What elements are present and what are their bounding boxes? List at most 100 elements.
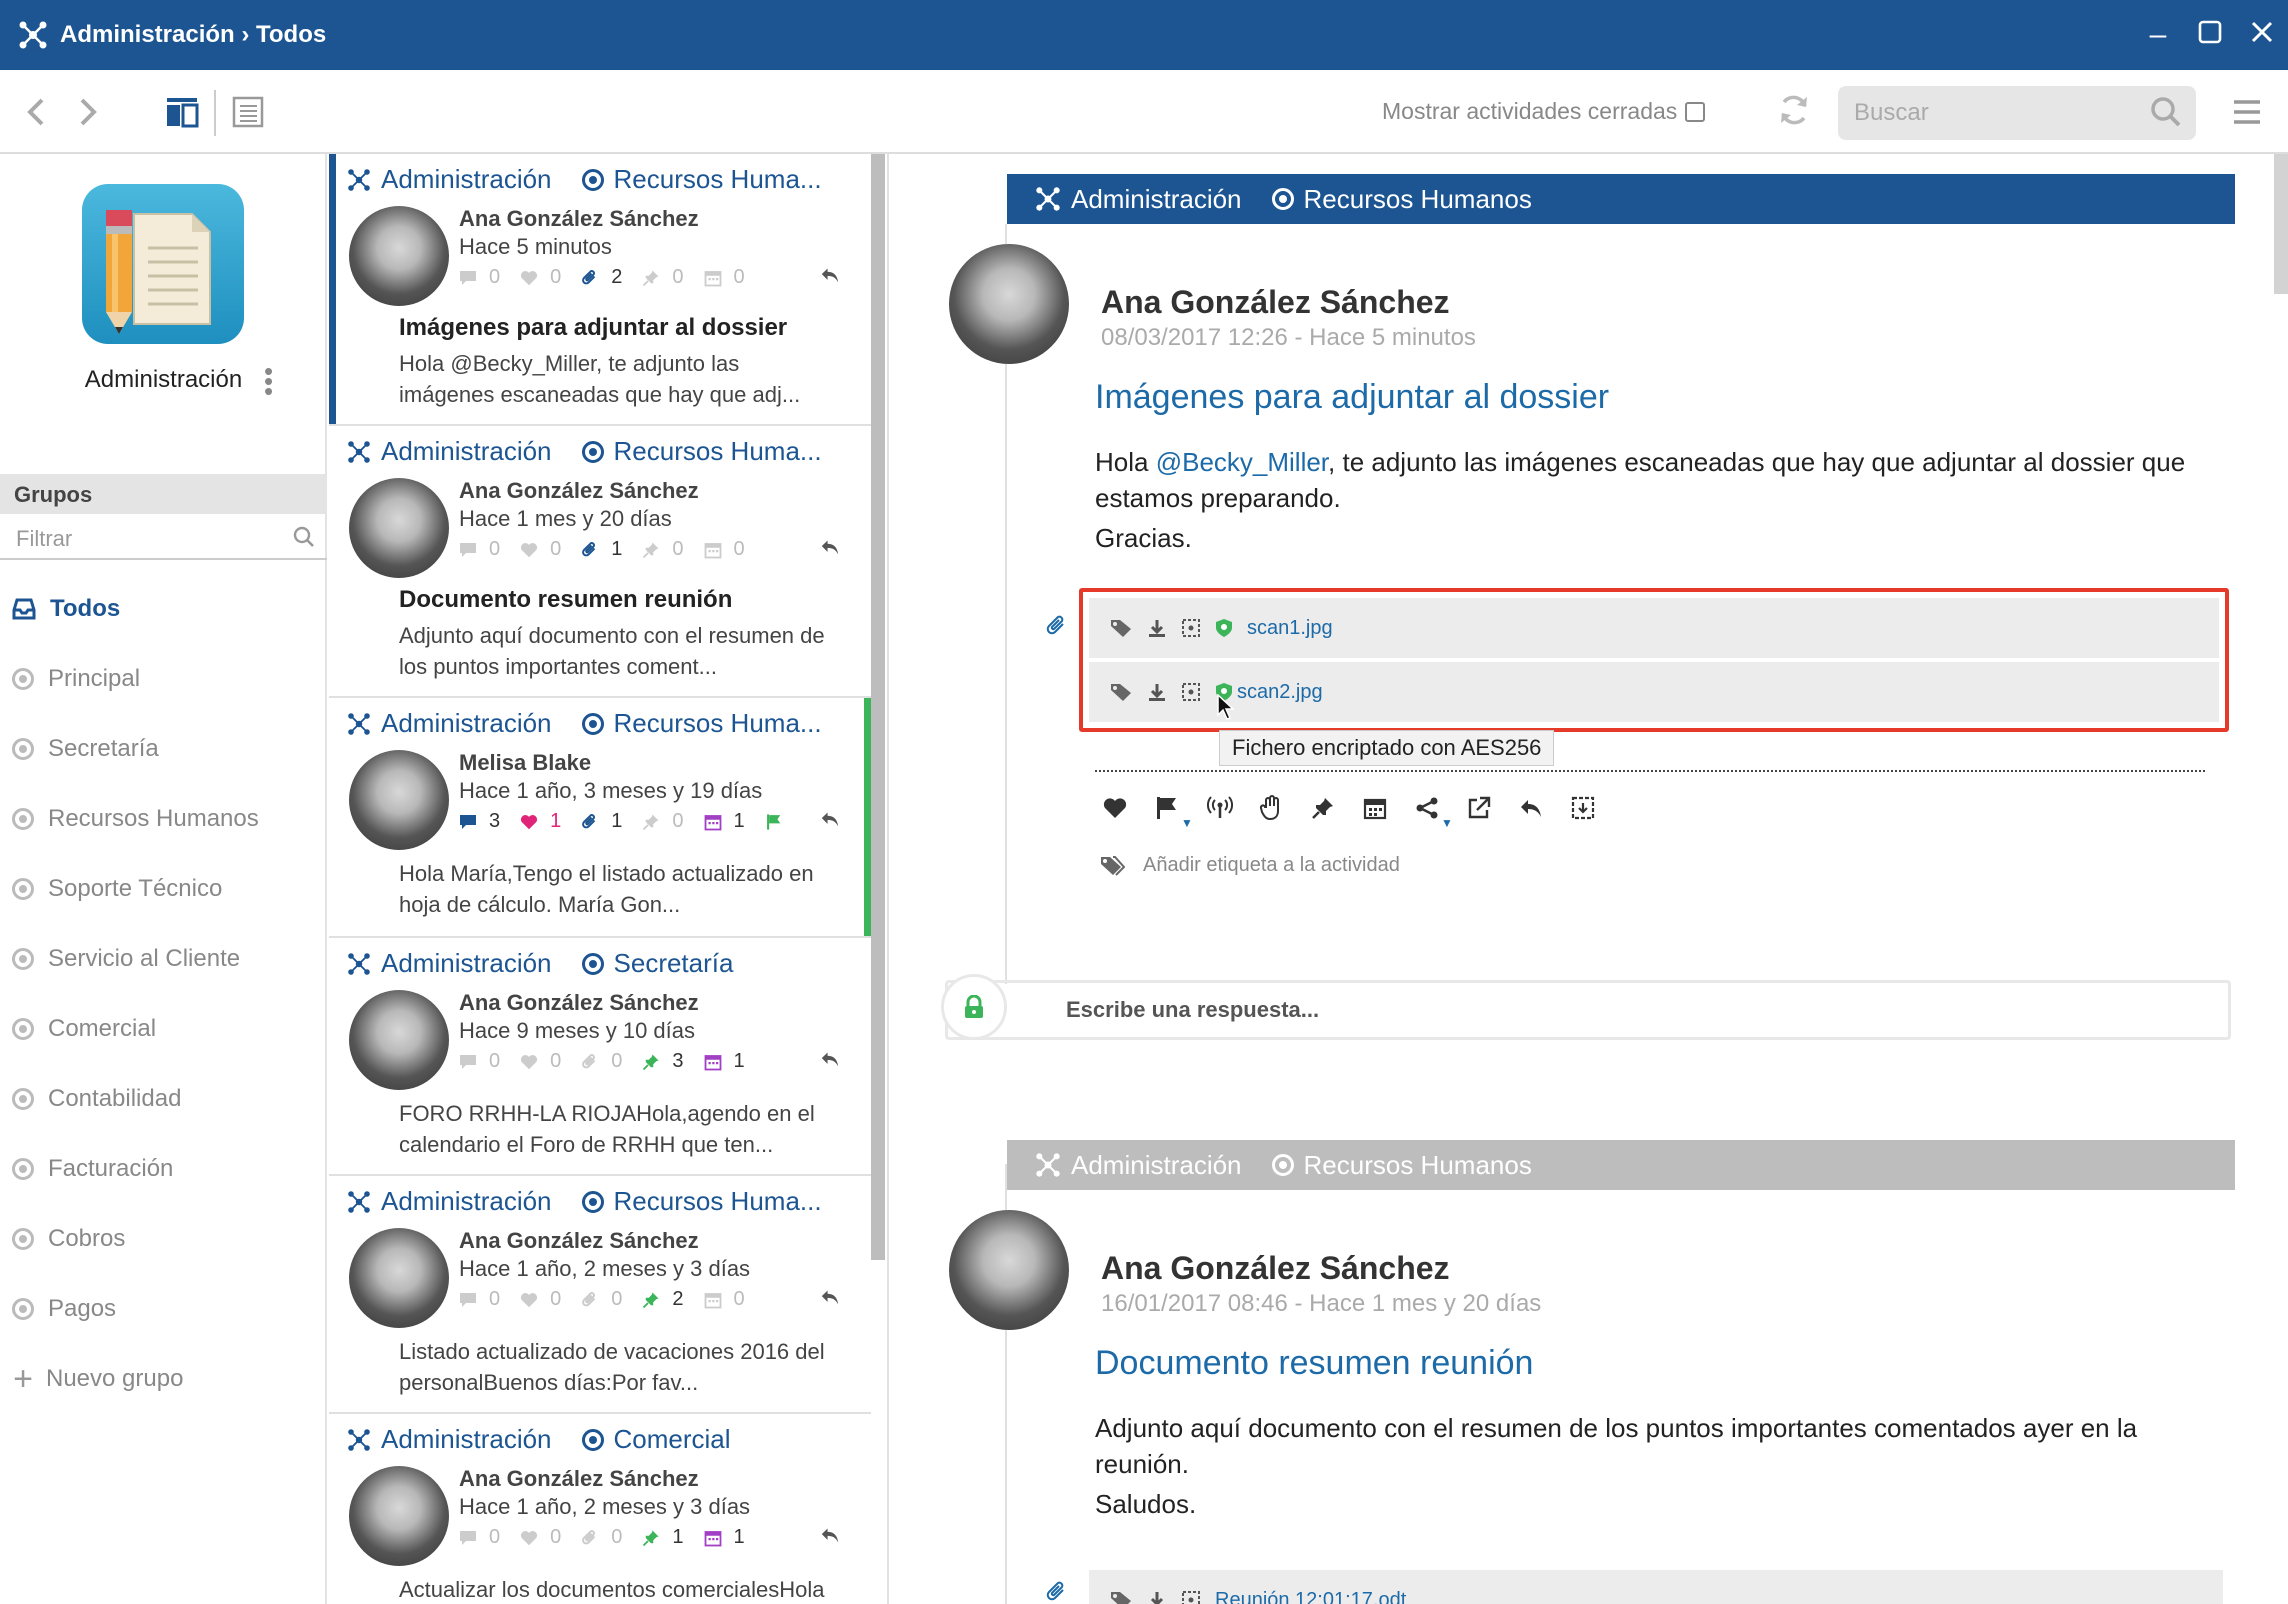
group-item-recursos-humanos[interactable]: Recursos Humanos bbox=[0, 784, 327, 854]
group-item-facturacion[interactable]: Facturación bbox=[0, 1134, 327, 1204]
avatar[interactable] bbox=[949, 1210, 1069, 1330]
hand-icon[interactable] bbox=[1259, 788, 1311, 828]
select-area-icon[interactable] bbox=[1181, 618, 1201, 638]
dropdown-caret-icon[interactable]: ▼ bbox=[1441, 816, 1453, 830]
avatar[interactable] bbox=[949, 244, 1069, 364]
attachment-item[interactable]: scan1.jpg bbox=[1089, 598, 2219, 658]
app-options-icon[interactable]: • • • bbox=[264, 358, 273, 404]
avatar[interactable] bbox=[349, 206, 449, 306]
avatar[interactable] bbox=[349, 750, 449, 850]
reply-icon[interactable] bbox=[819, 1050, 841, 1073]
group-filter-input[interactable]: Filtrar bbox=[0, 516, 327, 560]
close-icon[interactable] bbox=[2236, 18, 2288, 52]
reply-input[interactable]: Escribe una respuesta... bbox=[945, 980, 2231, 1040]
card-space[interactable]: Administración bbox=[381, 164, 552, 195]
search-icon[interactable] bbox=[2150, 96, 2182, 128]
card-space[interactable]: Administración bbox=[381, 436, 552, 467]
group-item-cobros[interactable]: Cobros bbox=[0, 1204, 327, 1274]
card-group[interactable]: Secretaría bbox=[614, 948, 734, 979]
pin-icon[interactable] bbox=[1311, 788, 1363, 828]
new-group-button[interactable]: + Nuevo grupo bbox=[0, 1344, 327, 1414]
post-author[interactable]: Ana González Sánchez bbox=[1101, 284, 1450, 321]
mention-link[interactable]: @Becky_Miller bbox=[1156, 447, 1328, 477]
encrypted-shield-icon[interactable] bbox=[1215, 618, 1233, 638]
detail-scrollbar[interactable] bbox=[2274, 154, 2288, 294]
activity-card[interactable]: Administración Comercial Ana González Sánc… bbox=[329, 1414, 871, 1604]
activity-card[interactable]: Administración Secretaría Ana González Sán… bbox=[329, 938, 871, 1176]
card-space[interactable]: Administración bbox=[381, 708, 552, 739]
card-space[interactable]: Administración bbox=[381, 948, 552, 979]
filter-search-icon[interactable] bbox=[293, 526, 315, 548]
card-group[interactable]: Recursos Huma... bbox=[614, 436, 822, 467]
hamburger-menu-icon[interactable] bbox=[2232, 98, 2262, 126]
card-group[interactable]: Recursos Huma... bbox=[614, 164, 822, 195]
reply-icon[interactable] bbox=[819, 266, 841, 289]
attachment-filename[interactable]: Reunión 12:01:17.odt bbox=[1215, 1589, 1406, 1604]
card-group[interactable]: Recursos Huma... bbox=[614, 708, 822, 739]
reply-icon[interactable] bbox=[819, 810, 841, 833]
reply-icon[interactable] bbox=[819, 538, 841, 561]
card-group[interactable]: Comercial bbox=[614, 1424, 731, 1455]
avatar[interactable] bbox=[349, 478, 449, 578]
card-group[interactable]: Recursos Huma... bbox=[614, 1186, 822, 1217]
attachment-filename[interactable]: scan2.jpg bbox=[1237, 681, 1323, 704]
group-item-secretaria[interactable]: Secretaría bbox=[0, 714, 327, 784]
app-document-icon[interactable] bbox=[82, 184, 244, 344]
download-icon[interactable] bbox=[1147, 1590, 1167, 1604]
attachment-item[interactable]: scan2.jpg bbox=[1089, 662, 2219, 722]
search-field[interactable]: Buscar bbox=[1838, 86, 2196, 140]
back-arrow-icon[interactable] bbox=[18, 94, 54, 130]
group-item-todos[interactable]: Todos bbox=[0, 574, 327, 644]
post-author[interactable]: Ana González Sánchez bbox=[1101, 1250, 1450, 1287]
avatar[interactable] bbox=[349, 1466, 449, 1566]
show-closed-checkbox[interactable] bbox=[1685, 101, 1706, 122]
forward-arrow-icon[interactable] bbox=[70, 94, 106, 130]
minimize-icon[interactable]: – bbox=[2132, 18, 2184, 52]
card-space[interactable]: Administración bbox=[381, 1424, 552, 1455]
add-tag-label[interactable]: Añadir etiqueta a la actividad bbox=[1143, 854, 1400, 877]
download-icon[interactable] bbox=[1147, 618, 1167, 638]
add-tag-row[interactable]: Añadir etiqueta a la actividad bbox=[1099, 854, 1400, 877]
maximize-icon[interactable] bbox=[2184, 18, 2236, 52]
reply-icon[interactable] bbox=[819, 1288, 841, 1311]
post-group[interactable]: Recursos Humanos bbox=[1304, 184, 1532, 215]
activity-card[interactable]: Administración Recursos Huma... Ana Gonzál… bbox=[329, 1176, 871, 1414]
tag-icon[interactable] bbox=[1109, 618, 1133, 638]
select-area-icon[interactable] bbox=[1181, 682, 1201, 702]
tag-icon[interactable] bbox=[1109, 682, 1133, 702]
flag-icon[interactable]: ▼ bbox=[1155, 788, 1207, 830]
download-icon[interactable] bbox=[1147, 682, 1167, 702]
share-icon[interactable]: ▼ bbox=[1415, 788, 1467, 830]
avatar[interactable] bbox=[349, 1228, 449, 1328]
broadcast-icon[interactable] bbox=[1207, 788, 1259, 828]
external-link-icon[interactable] bbox=[1467, 788, 1519, 828]
activity-card[interactable]: Administración Recursos Huma... Ana Gonzál… bbox=[329, 154, 871, 426]
calendar-icon[interactable] bbox=[1363, 788, 1415, 828]
attachment-filename[interactable]: scan1.jpg bbox=[1247, 617, 1333, 640]
split-view-icon[interactable] bbox=[164, 94, 200, 130]
group-item-principal[interactable]: Principal bbox=[0, 644, 327, 714]
post-space[interactable]: Administración bbox=[1071, 184, 1242, 215]
reply-icon[interactable] bbox=[1519, 788, 1571, 828]
list-scrollbar[interactable] bbox=[871, 154, 885, 1260]
dropdown-caret-icon[interactable]: ▼ bbox=[1181, 816, 1193, 830]
reply-icon[interactable] bbox=[819, 1526, 841, 1549]
avatar[interactable] bbox=[349, 990, 449, 1090]
group-item-pagos[interactable]: Pagos bbox=[0, 1274, 327, 1344]
post-space[interactable]: Administración bbox=[1071, 1150, 1242, 1181]
select-area-icon[interactable] bbox=[1181, 1590, 1201, 1604]
group-item-soporte-tecnico[interactable]: Soporte Técnico bbox=[0, 854, 327, 924]
lock-icon[interactable] bbox=[941, 974, 1007, 1040]
tag-icon[interactable] bbox=[1109, 1590, 1133, 1604]
show-closed-toggle[interactable]: Mostrar actividades cerradas bbox=[1382, 98, 1706, 125]
group-item-contabilidad[interactable]: Contabilidad bbox=[0, 1064, 327, 1134]
card-space[interactable]: Administración bbox=[381, 1186, 552, 1217]
group-item-comercial[interactable]: Comercial bbox=[0, 994, 327, 1064]
activity-card[interactable]: Administración Recursos Huma... Melisa Bla… bbox=[329, 698, 871, 938]
select-area-icon[interactable] bbox=[1571, 788, 1623, 828]
refresh-icon[interactable] bbox=[1776, 92, 1812, 128]
list-view-icon[interactable] bbox=[230, 94, 266, 130]
attachment-item[interactable]: Reunión 12:01:17.odt bbox=[1089, 1570, 2223, 1604]
group-item-servicio-cliente[interactable]: Servicio al Cliente bbox=[0, 924, 327, 994]
search-input[interactable]: Buscar bbox=[1854, 99, 1929, 127]
